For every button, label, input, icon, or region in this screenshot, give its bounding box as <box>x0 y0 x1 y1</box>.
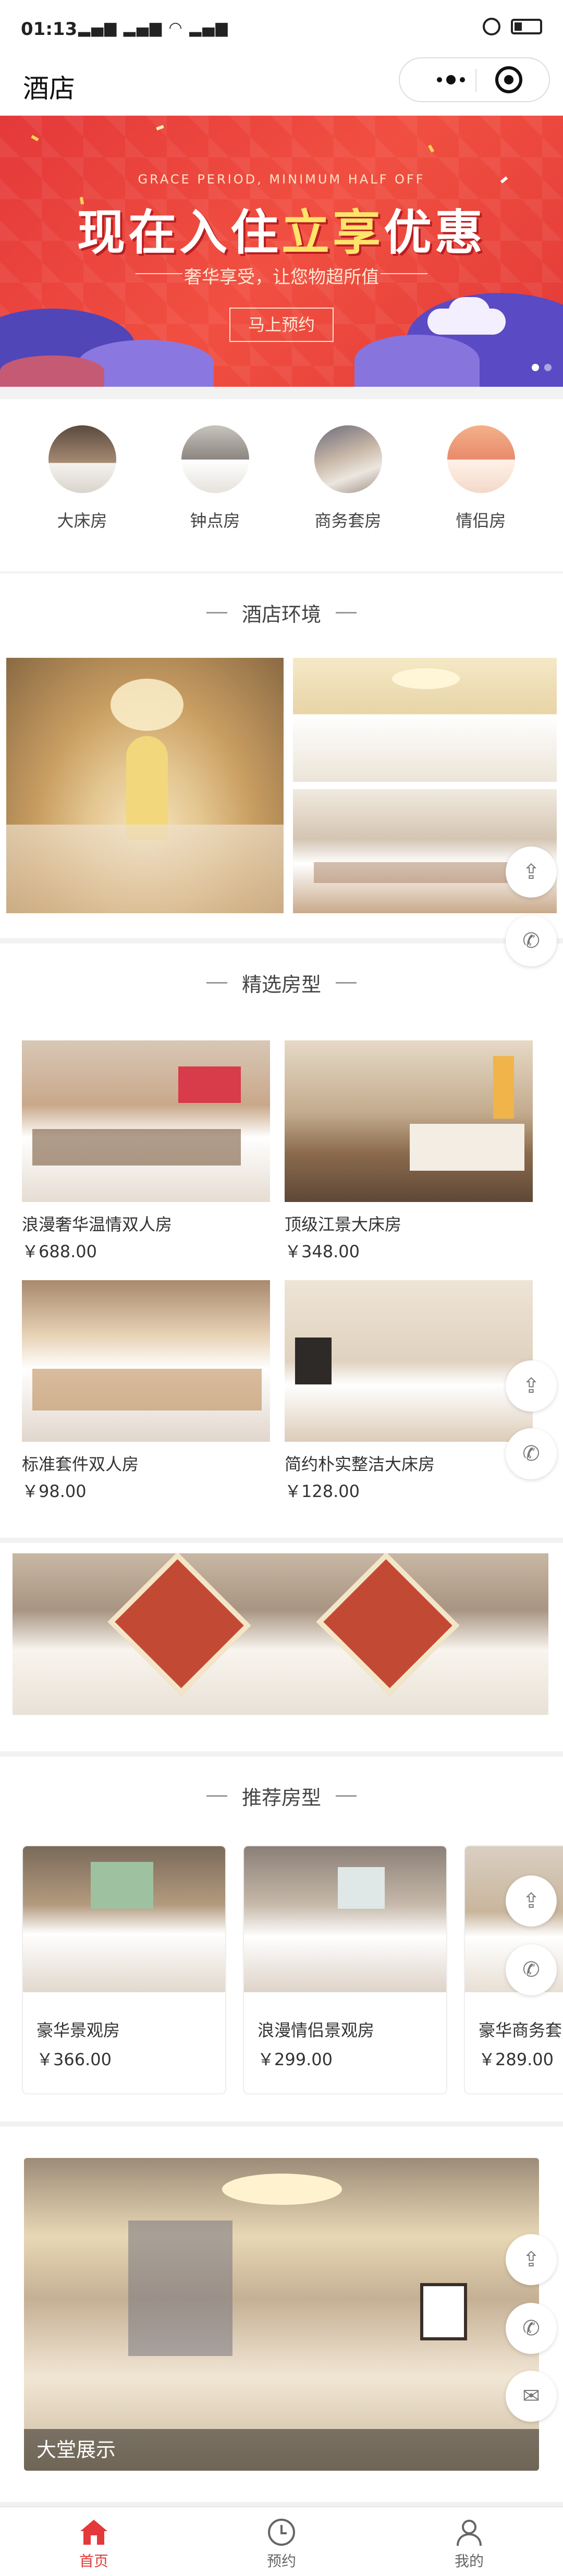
call-button[interactable]: ✆ <box>506 2303 557 2354</box>
room-image <box>244 1846 446 1992</box>
category-business-suite[interactable]: 商务套房 <box>296 425 400 571</box>
room-price: ￥348.00 <box>285 1242 360 1261</box>
room-name: 标准套件双人房 <box>22 1454 139 1474</box>
status-bar: 01:13 ▂▄▆ ▂▄▆ ◠ ▂▄▆ <box>0 0 563 57</box>
room-image <box>22 1040 270 1202</box>
category-king-room[interactable]: 大床房 <box>30 425 134 571</box>
room-price: ￥98.00 <box>22 1481 87 1501</box>
share-icon: ⇪ <box>522 860 540 884</box>
recommended-rooms-section: 推荐房型 豪华景观房 ￥366.00 浪漫情侣景观房 ￥299.00 豪华商务套… <box>0 1757 563 2121</box>
page-title: 酒店 <box>23 73 75 104</box>
room-name: 顶级江景大床房 <box>285 1215 402 1234</box>
recommended-room-card[interactable]: 豪华景观房 ￥366.00 <box>22 1845 226 2094</box>
recommended-room-card[interactable]: 浪漫情侣景观房 ￥299.00 <box>243 1845 447 2094</box>
room-card[interactable]: 标准套件双人房 ￥98.00 <box>22 1280 270 1502</box>
alarm-icon <box>483 18 500 35</box>
banner-title: 现在入住立享优惠 <box>77 205 486 261</box>
room-name: 浪漫情侣景观房 <box>258 2020 375 2040</box>
close-mini-program-button[interactable] <box>495 66 522 93</box>
recommended-scroll[interactable]: 豪华景观房 ￥366.00 浪漫情侣景观房 ￥299.00 豪华商务套 ￥289… <box>22 1845 563 2101</box>
hall-photo-top[interactable] <box>293 658 557 782</box>
share-icon: ⇪ <box>522 1889 540 1913</box>
promo-banner[interactable]: GRACE PERIOD, MINIMUM HALF OFF 现在入住立享优惠 … <box>0 116 563 387</box>
status-time: 01:13 <box>21 19 78 40</box>
call-button[interactable]: ✆ <box>506 1944 557 1995</box>
chat-bubble-icon: ✉ <box>522 2384 540 2408</box>
tab-home[interactable]: 首页 <box>0 2507 188 2576</box>
category-hourly-room[interactable]: 钟点房 <box>163 425 267 571</box>
section-title: 酒店环境 <box>241 603 321 626</box>
room-name: 简约朴实整洁大床房 <box>285 1454 435 1474</box>
tab-profile[interactable]: 我的 <box>375 2507 563 2576</box>
room-name: 豪华景观房 <box>36 2020 120 2040</box>
room-image <box>285 1040 533 1202</box>
suite-icon <box>314 425 382 493</box>
home-icon <box>0 2517 188 2548</box>
lobby-section: 大堂展示 <box>0 2127 563 2502</box>
banner-slogan: 奢华享受，让您物超所值 <box>184 267 379 288</box>
signal-icons: ▂▄▆ ▂▄▆ ◠ ▂▄▆ <box>78 19 229 37</box>
lobby-image[interactable]: 大堂展示 <box>24 2158 539 2471</box>
phone-icon: ✆ <box>522 929 540 953</box>
room-image <box>285 1280 533 1442</box>
room-name: 浪漫奢华温情双人房 <box>22 1215 173 1234</box>
share-icon: ⇪ <box>522 1374 540 1398</box>
share-button[interactable]: ⇪ <box>506 1875 557 1927</box>
room-image <box>23 1846 225 1992</box>
room-image <box>22 1280 270 1442</box>
battery-icon <box>511 19 542 34</box>
room-card[interactable]: 浪漫奢华温情双人房 ￥688.00 <box>22 1040 270 1262</box>
bathtub-icon <box>181 425 249 493</box>
tab-bar: 首页 预约 我的 <box>0 2506 563 2576</box>
user-icon <box>375 2517 563 2548</box>
clock-icon <box>188 2517 375 2548</box>
lobby-caption: 大堂展示 <box>24 2429 539 2471</box>
selected-rooms-section: 精选房型 浪漫奢华温情双人房 ￥688.00 顶级江景大床房 ￥348.00 标… <box>0 943 563 1538</box>
share-button[interactable]: ⇪ <box>506 1360 557 1412</box>
carousel-indicator <box>532 364 552 371</box>
book-now-button[interactable]: 马上预约 <box>229 308 334 342</box>
lobby-photo-large[interactable] <box>6 658 284 913</box>
share-button[interactable]: ⇪ <box>506 2234 557 2285</box>
share-icon: ⇪ <box>522 2248 540 2272</box>
room-price: ￥289.00 <box>479 2050 554 2069</box>
feature-banner-section <box>0 1543 563 1751</box>
call-button[interactable]: ✆ <box>506 1428 557 1479</box>
room-name: 豪华商务套 <box>479 2020 562 2040</box>
tab-booking[interactable]: 预约 <box>188 2507 375 2576</box>
more-dots-icon <box>436 77 442 82</box>
share-button[interactable]: ⇪ <box>506 847 557 898</box>
room-price: ￥366.00 <box>36 2050 112 2069</box>
category-couple-room[interactable]: 情侣房 <box>429 425 533 571</box>
room-price: ￥299.00 <box>258 2050 333 2069</box>
room-price: ￥128.00 <box>285 1481 360 1501</box>
room-card[interactable]: 简约朴实整洁大床房 ￥128.00 <box>285 1280 533 1502</box>
more-menu-button[interactable] <box>426 58 475 101</box>
phone-icon: ✆ <box>522 1958 540 1982</box>
section-title: 推荐房型 <box>241 1786 321 1809</box>
call-button[interactable]: ✆ <box>506 915 557 966</box>
phone-icon: ✆ <box>522 2316 540 2340</box>
room-price: ￥688.00 <box>22 1242 97 1261</box>
room-icon <box>48 425 116 493</box>
banner-subtitle-en: GRACE PERIOD, MINIMUM HALF OFF <box>138 172 425 187</box>
category-nav: 大床房 钟点房 商务套房 情侣房 <box>0 399 563 571</box>
mini-program-capsule <box>399 57 550 102</box>
section-title: 精选房型 <box>241 973 321 996</box>
room-card[interactable]: 顶级江景大床房 ￥348.00 <box>285 1040 533 1262</box>
phone-icon: ✆ <box>522 1442 540 1466</box>
chat-button[interactable]: ✉ <box>506 2371 557 2422</box>
hotel-environment-section: 酒店环境 <box>0 573 563 938</box>
feature-bed-image[interactable] <box>13 1553 548 1715</box>
couple-room-icon <box>447 425 515 493</box>
